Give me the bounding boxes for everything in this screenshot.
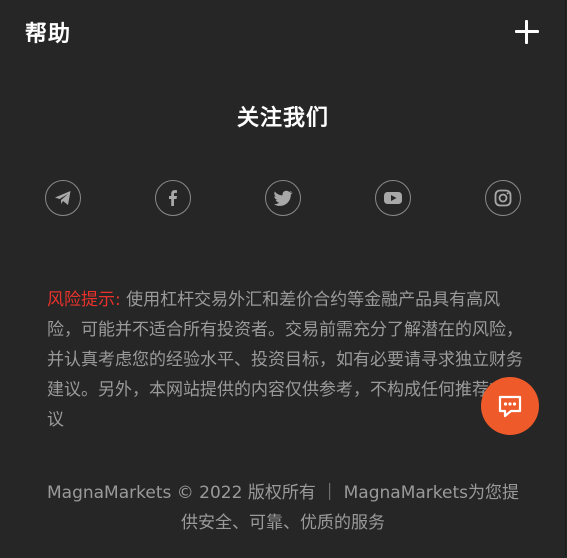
chat-bubble-icon bbox=[498, 395, 522, 418]
instagram-icon[interactable] bbox=[485, 180, 521, 216]
telegram-icon[interactable] bbox=[45, 180, 81, 216]
youtube-icon[interactable] bbox=[375, 180, 411, 216]
chat-button[interactable] bbox=[481, 377, 539, 435]
twitter-icon[interactable] bbox=[265, 180, 301, 216]
social-links bbox=[45, 180, 521, 216]
plus-icon[interactable] bbox=[513, 18, 541, 46]
footer-copyright: MagnaMarkets © 2022 版权所有 ｜ MagnaMarkets为… bbox=[46, 483, 519, 533]
risk-warning-label: 风险提示: bbox=[47, 290, 121, 310]
help-panel: 帮助 关注我们 风险提示: 使用杠杆交易外汇和差价合约等金融产品具有高风险，可能… bbox=[1, 0, 566, 556]
follow-us-title: 关注我们 bbox=[236, 106, 329, 131]
help-header[interactable]: 帮助 bbox=[25, 14, 541, 50]
risk-warning-text: 使用杠杆交易外汇和差价合约等金融产品具有高风险，可能并不适合所有投资者。交易前需… bbox=[47, 290, 523, 430]
risk-warning: 风险提示: 使用杠杆交易外汇和差价合约等金融产品具有高风险，可能并不适合所有投资… bbox=[47, 285, 523, 435]
facebook-icon[interactable] bbox=[155, 180, 191, 216]
help-title: 帮助 bbox=[25, 22, 72, 47]
